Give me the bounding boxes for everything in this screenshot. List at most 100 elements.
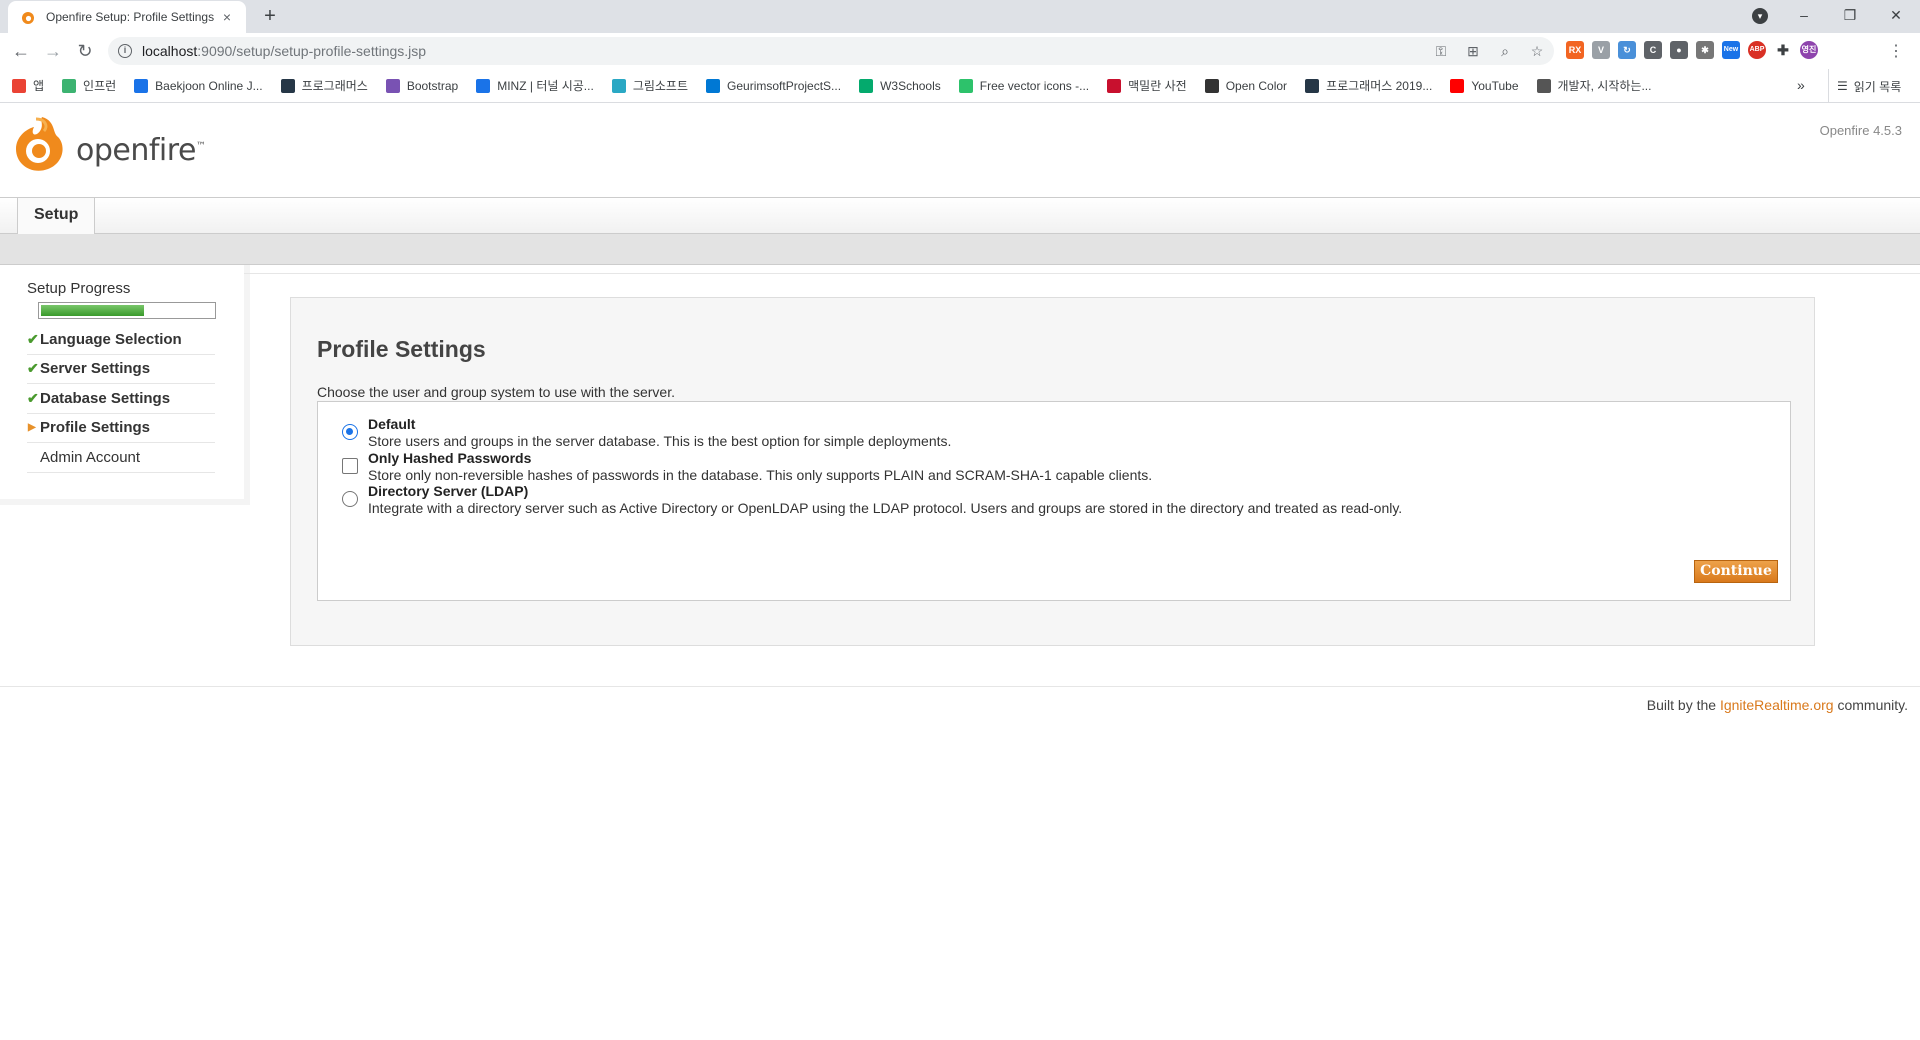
option-description: Integrate with a directory server such a…	[368, 500, 1403, 516]
setup-progress-title: Setup Progress	[27, 280, 131, 297]
extension-refresh-icon[interactable]: ↻	[1618, 41, 1636, 59]
bookmark-label: 프로그래머스	[301, 79, 368, 93]
bootstrap-icon	[385, 78, 400, 93]
setup-step-profile-settings: ▶ Profile Settings	[27, 414, 215, 443]
tab-setup[interactable]: Setup	[17, 198, 96, 234]
reading-list-button[interactable]: ☰ 읽기 목록	[1828, 69, 1901, 103]
reading-list-icon: ☰	[1837, 79, 1848, 93]
apps-grid-icon	[12, 78, 26, 93]
bookmarks-bar: 앱 인프런 Baekjoon Online J... 프로그래머스 Bootstrap M…	[0, 69, 1920, 103]
tab-close-icon[interactable]: ×	[218, 9, 236, 25]
version-label: Openfire 4.5.3	[1819, 123, 1902, 138]
setup-step-language-selection: ✔ Language Selection	[27, 325, 215, 355]
bookmark-item[interactable]: Baekjoon Online J...	[134, 78, 263, 93]
extension-vue-icon[interactable]: V	[1592, 41, 1610, 59]
browser-menu-icon[interactable]: ⋮	[1888, 41, 1904, 61]
inflearn-icon	[62, 78, 77, 93]
bookmark-item[interactable]: Bootstrap	[385, 78, 459, 93]
setup-step-admin-account: Admin Account	[27, 443, 215, 473]
bookmark-item[interactable]: 개발자, 시작하는...	[1536, 77, 1651, 94]
key-icon[interactable]: ⚿	[1432, 41, 1450, 61]
bookmark-label: 맥밀란 사전	[1128, 79, 1187, 93]
bookmark-item[interactable]: GeurimsoftProjectS...	[706, 78, 842, 93]
bookmark-item[interactable]: MINZ | 터널 시공...	[476, 77, 594, 94]
extension-c-icon[interactable]: C	[1644, 41, 1662, 59]
profile-avatar[interactable]: 영진	[1800, 41, 1818, 59]
profile-options: Continue Default Store users and groups i…	[317, 401, 1791, 601]
option-text: Directory Server (LDAP) Integrate with a …	[368, 483, 1402, 516]
extensions-puzzle-icon[interactable]: ✚	[1774, 41, 1792, 59]
w3schools-icon	[859, 78, 874, 93]
bookmark-label: 그림소프트	[632, 79, 689, 93]
option-name[interactable]: Default	[368, 416, 951, 432]
adblock-icon[interactable]: ABP	[1748, 41, 1766, 59]
minimize-button[interactable]: –	[1781, 0, 1827, 33]
url-host: localhost	[142, 43, 198, 59]
bookmark-item[interactable]: YouTube	[1450, 78, 1519, 93]
page-title: Profile Settings	[317, 336, 486, 362]
minz-icon	[476, 78, 491, 93]
grimsoft-icon	[611, 78, 626, 93]
setup-step-label: Server Settings	[40, 360, 151, 378]
reload-icon[interactable]: ↻	[73, 39, 97, 63]
option-name[interactable]: Directory Server (LDAP)	[368, 483, 1402, 499]
bookmark-item[interactable]: 앱	[12, 77, 44, 94]
onedrive-icon	[706, 78, 721, 93]
translate-icon[interactable]: ⊞	[1464, 41, 1482, 61]
option-name[interactable]: Only Hashed Passwords	[368, 450, 1152, 466]
bookmark-item[interactable]: 인프런	[62, 77, 116, 94]
bookmark-item[interactable]: W3Schools	[859, 78, 941, 93]
zoom-icon[interactable]: ⌕	[1496, 41, 1514, 61]
profile-option: Default Store users and groups in the ser…	[342, 416, 951, 449]
option-radio[interactable]	[342, 424, 358, 440]
setup-progress-bar	[38, 302, 216, 319]
bookmark-label: Bootstrap	[406, 78, 459, 93]
tab-title: Openfire Setup: Profile Settings	[46, 10, 215, 24]
bookmark-item[interactable]: 프로그래머스 2019...	[1305, 77, 1432, 94]
openfire-logo[interactable]: openfire™	[12, 113, 206, 173]
close-window-button[interactable]: ✕	[1873, 0, 1919, 33]
bookmark-item[interactable]: Free vector icons -...	[958, 78, 1089, 93]
new-tab-button[interactable]: +	[258, 5, 282, 29]
sub-nav	[0, 234, 1920, 265]
bookmarks-more-icon[interactable]: »	[1797, 77, 1805, 93]
option-radio[interactable]	[342, 491, 358, 507]
restore-button[interactable]: ❐	[1827, 0, 1873, 33]
option-checkbox[interactable]	[342, 458, 358, 474]
pen-icon	[1536, 78, 1551, 93]
extension-bug-icon[interactable]: ✱	[1696, 41, 1714, 59]
option-description: Store only non-reversible hashes of pass…	[368, 467, 1153, 483]
footer-prefix: Built by the	[1646, 697, 1717, 713]
bookmark-label: GeurimsoftProjectS...	[727, 78, 842, 93]
browser-tab[interactable]: Openfire Setup: Profile Settings ×	[8, 1, 246, 33]
extension-new-icon[interactable]: New	[1722, 41, 1740, 59]
bookmark-item[interactable]: 맥밀란 사전	[1107, 77, 1187, 94]
option-description: Store users and groups in the server dat…	[368, 433, 952, 449]
browser-toolbar: ← → ↻ i localhost:9090/setup/setup-profi…	[0, 33, 1920, 69]
address-bar[interactable]: i localhost:9090/setup/setup-profile-set…	[108, 37, 1554, 65]
ignite-realtime-link[interactable]: IgniteRealtime.org	[1720, 697, 1834, 713]
footer: Built by the IgniteRealtime.org communit…	[1647, 697, 1908, 713]
extension-chat-icon[interactable]: ●	[1670, 41, 1688, 59]
code-icon	[134, 78, 149, 93]
reading-list-label: 읽기 목록	[1853, 79, 1902, 94]
opencolor-icon	[1204, 78, 1219, 93]
continue-button[interactable]: Continue	[1694, 560, 1778, 583]
programmers-icon	[280, 78, 295, 93]
setup-step-label: Language Selection	[40, 330, 182, 348]
bookmark-item[interactable]: Open Color	[1204, 78, 1287, 93]
header: openfire™ Openfire 4.5.3	[0, 103, 1920, 198]
bookmark-star-icon[interactable]: ☆	[1528, 41, 1546, 61]
setup-steps-list: ✔ Language Selection ✔ Server Settings ✔ Data…	[27, 325, 215, 473]
footer-suffix: community.	[1837, 697, 1908, 713]
macmillan-icon	[1107, 78, 1122, 93]
back-icon[interactable]: ←	[9, 39, 33, 63]
extension-rx-icon[interactable]: RX	[1566, 41, 1584, 59]
bookmark-label: Baekjoon Online J...	[155, 78, 263, 93]
bookmark-item[interactable]: 그림소프트	[611, 77, 689, 94]
site-info-icon[interactable]: i	[118, 44, 132, 58]
forward-icon[interactable]: →	[41, 39, 65, 63]
tab-search-icon[interactable]: ▾	[1752, 8, 1768, 24]
logo-text: openfire™	[76, 132, 206, 168]
bookmark-item[interactable]: 프로그래머스	[280, 77, 368, 94]
